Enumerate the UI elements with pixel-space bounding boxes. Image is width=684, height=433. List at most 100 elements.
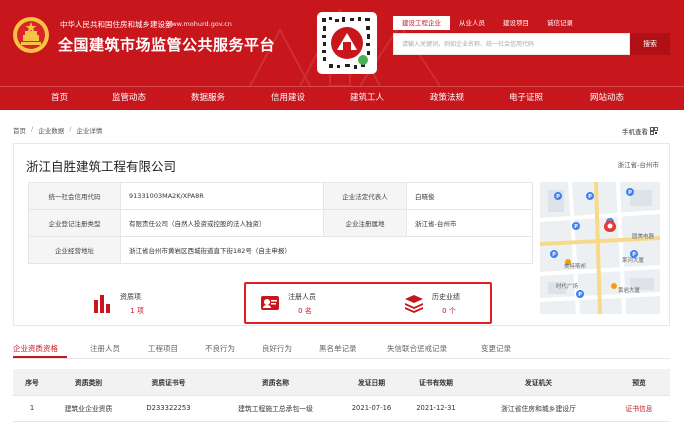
search-category-tabs: 建设工程企业 从业人员 建设项目 诚信记录 — [393, 16, 582, 30]
map-image: PPP PPP PP 圆美电器 莱河大厦 美特斯邦 时代广场 黄岩大厦 — [540, 182, 660, 314]
column-header: 预览 — [608, 369, 670, 396]
nav-site-news[interactable]: 网站动态 — [590, 87, 624, 109]
stat-count: 1 项 — [130, 307, 144, 315]
ministry-name: 中华人民共和国住房和城乡建设部 — [60, 20, 173, 29]
reg-place-label: 企业注册属地 — [323, 209, 407, 237]
site-header: 中华人民共和国住房和城乡建设部 www.mohurd.gov.cn 全国建筑市场… — [0, 0, 684, 86]
map-label: 莱河大厦 — [622, 256, 645, 264]
legal-rep-value: 白晓俊 — [406, 182, 533, 210]
tab-registered-personnel[interactable]: 注册人员 — [90, 343, 120, 354]
table-header-row: 序号 资质类别 资质证书号 资质名称 发证日期 证书有效期 发证机关 预览 — [13, 369, 670, 396]
nav-e-certificates[interactable]: 电子证照 — [509, 87, 543, 109]
active-tab-indicator — [13, 356, 67, 358]
column-header: 资质类别 — [51, 369, 126, 396]
mobile-view-link[interactable]: 手机查看 — [622, 126, 658, 136]
location-map[interactable]: PPP PPP PP 圆美电器 莱河大厦 美特斯邦 时代广场 黄岩大厦 — [540, 182, 660, 314]
search-tab-company[interactable]: 建设工程企业 — [393, 16, 450, 30]
column-header: 序号 — [13, 369, 51, 396]
svg-text:P: P — [556, 194, 560, 200]
registered-person-icon — [261, 296, 279, 310]
cell-qualification-name: 建筑工程施工总承包一级 — [211, 395, 340, 422]
nav-supervision-news[interactable]: 监管动态 — [112, 87, 146, 109]
cell-valid-until: 2021-12-31 — [403, 395, 469, 422]
column-header: 证书有效期 — [403, 369, 469, 396]
map-label: 时代广场 — [556, 282, 579, 290]
column-header: 资质名称 — [211, 369, 340, 396]
info-row: 企业经营地址 浙江省台州市黄岩区西城街道直下街182号（自主申报） — [28, 236, 533, 264]
certificate-icon — [94, 295, 110, 313]
svg-text:P: P — [574, 224, 578, 230]
address-label: 企业经营地址 — [28, 236, 121, 264]
cell-issue-date: 2021-07-16 — [340, 395, 403, 422]
tab-blacklist[interactable]: 黑名单记录 — [319, 343, 357, 354]
search-input[interactable] — [394, 34, 629, 54]
ministry-url[interactable]: www.mohurd.gov.cn — [166, 20, 232, 28]
tab-qualifications[interactable]: 企业资质资格 — [13, 343, 58, 354]
search-tab-personnel[interactable]: 从业人员 — [450, 16, 494, 30]
info-row: 统一社会信用代码 91331003MA2K/XPA8R 企业法定代表人 白晓俊 — [28, 182, 533, 210]
nav-workers[interactable]: 建筑工人 — [350, 87, 384, 109]
stat-registered-personnel[interactable]: 注册人员 0 名 — [260, 286, 360, 320]
info-row: 企业登记注册类型 有限责任公司（自然人投资或控股的法人独资） 企业注册属地 浙江… — [28, 209, 533, 237]
qr-code-icon — [320, 15, 374, 71]
svg-text:P: P — [628, 190, 632, 196]
stat-count: 0 名 — [298, 307, 312, 315]
search-tab-project[interactable]: 建设项目 — [494, 16, 538, 30]
nav-data-services[interactable]: 数据服务 — [191, 87, 225, 109]
address-value: 浙江省台州市黄岩区西城街道直下街182号（自主申报） — [120, 236, 533, 264]
qr-code — [317, 12, 377, 74]
search-button[interactable]: 搜索 — [630, 33, 670, 55]
reg-place-value: 浙江省-台州市 — [406, 209, 533, 237]
svg-text:P: P — [552, 252, 556, 258]
breadcrumb-separator-icon: / — [31, 125, 34, 133]
stat-qualifications[interactable]: 资质项 1 项 — [92, 286, 192, 320]
stat-label: 注册人员 — [288, 293, 316, 301]
company-info-table: 统一社会信用代码 91331003MA2K/XPA8R 企业法定代表人 白晓俊 … — [28, 182, 533, 264]
legal-rep-label: 企业法定代表人 — [323, 182, 407, 210]
search-box — [393, 33, 630, 55]
main-nav: 首页 监管动态 数据服务 信用建设 建筑工人 政策法规 电子证照 网站动态 — [0, 86, 684, 110]
svg-text:P: P — [588, 194, 592, 200]
breadcrumb-home[interactable]: 首页 — [13, 125, 26, 135]
credit-code-value: 91331003MA2K/XPA8R — [120, 182, 324, 210]
breadcrumb-separator-icon: / — [69, 125, 72, 133]
column-header: 资质证书号 — [126, 369, 211, 396]
certificate-info-link[interactable]: 证书信息 — [608, 395, 670, 422]
tab-change-records[interactable]: 变更记录 — [481, 343, 511, 354]
national-emblem-icon — [13, 17, 49, 53]
nav-home[interactable]: 首页 — [51, 87, 68, 109]
company-card: 浙江自胜建筑工程有限公司 浙江省-台州市 统一社会信用代码 91331003MA… — [13, 143, 670, 326]
column-header: 发证日期 — [340, 369, 403, 396]
tab-dishonesty-penalties[interactable]: 失信联合惩戒记录 — [387, 343, 447, 354]
site-title: 全国建筑市场监管公共服务平台 — [58, 36, 276, 54]
cell-category: 建筑业企业资质 — [51, 395, 126, 422]
table-row: 1 建筑业企业资质 D233322253 建筑工程施工总承包一级 2021-07… — [13, 395, 670, 422]
qr-small-icon — [650, 127, 658, 135]
cell-cert-number: D233322253 — [126, 395, 211, 422]
svg-text:P: P — [578, 292, 582, 298]
stat-label: 历史业绩 — [432, 293, 460, 301]
company-stats: 资质项 1 项 注册人员 0 名 历史业绩 0 个 — [28, 282, 532, 324]
reg-type-value: 有限责任公司（自然人投资或控股的法人独资） — [120, 209, 324, 237]
map-label: 圆美电器 — [632, 232, 655, 240]
credit-code-label: 统一社会信用代码 — [28, 182, 121, 210]
mobile-view-label: 手机查看 — [622, 128, 648, 136]
search-tab-credit[interactable]: 诚信记录 — [538, 16, 582, 30]
svg-text:P: P — [632, 252, 636, 258]
stat-count: 0 个 — [442, 307, 456, 315]
stat-history-performance[interactable]: 历史业绩 0 个 — [404, 286, 504, 320]
map-label: 黄岩大厦 — [618, 286, 641, 294]
breadcrumb: 首页 / 企业数据 / 企业详情 — [13, 125, 102, 135]
tab-good-behavior[interactable]: 良好行为 — [262, 343, 292, 354]
tab-projects[interactable]: 工程项目 — [148, 343, 178, 354]
nav-policies[interactable]: 政策法规 — [430, 87, 464, 109]
cell-index: 1 — [13, 395, 51, 422]
tab-bad-behavior[interactable]: 不良行为 — [205, 343, 235, 354]
breadcrumb-company-data[interactable]: 企业数据 — [38, 125, 64, 135]
cell-issuer: 浙江省住房和城乡建设厅 — [469, 395, 608, 422]
map-label: 美特斯邦 — [564, 262, 587, 270]
company-region: 浙江省-台州市 — [617, 161, 659, 169]
company-name: 浙江自胜建筑工程有限公司 — [26, 159, 177, 174]
nav-credit[interactable]: 信用建设 — [271, 87, 305, 109]
column-header: 发证机关 — [469, 369, 608, 396]
